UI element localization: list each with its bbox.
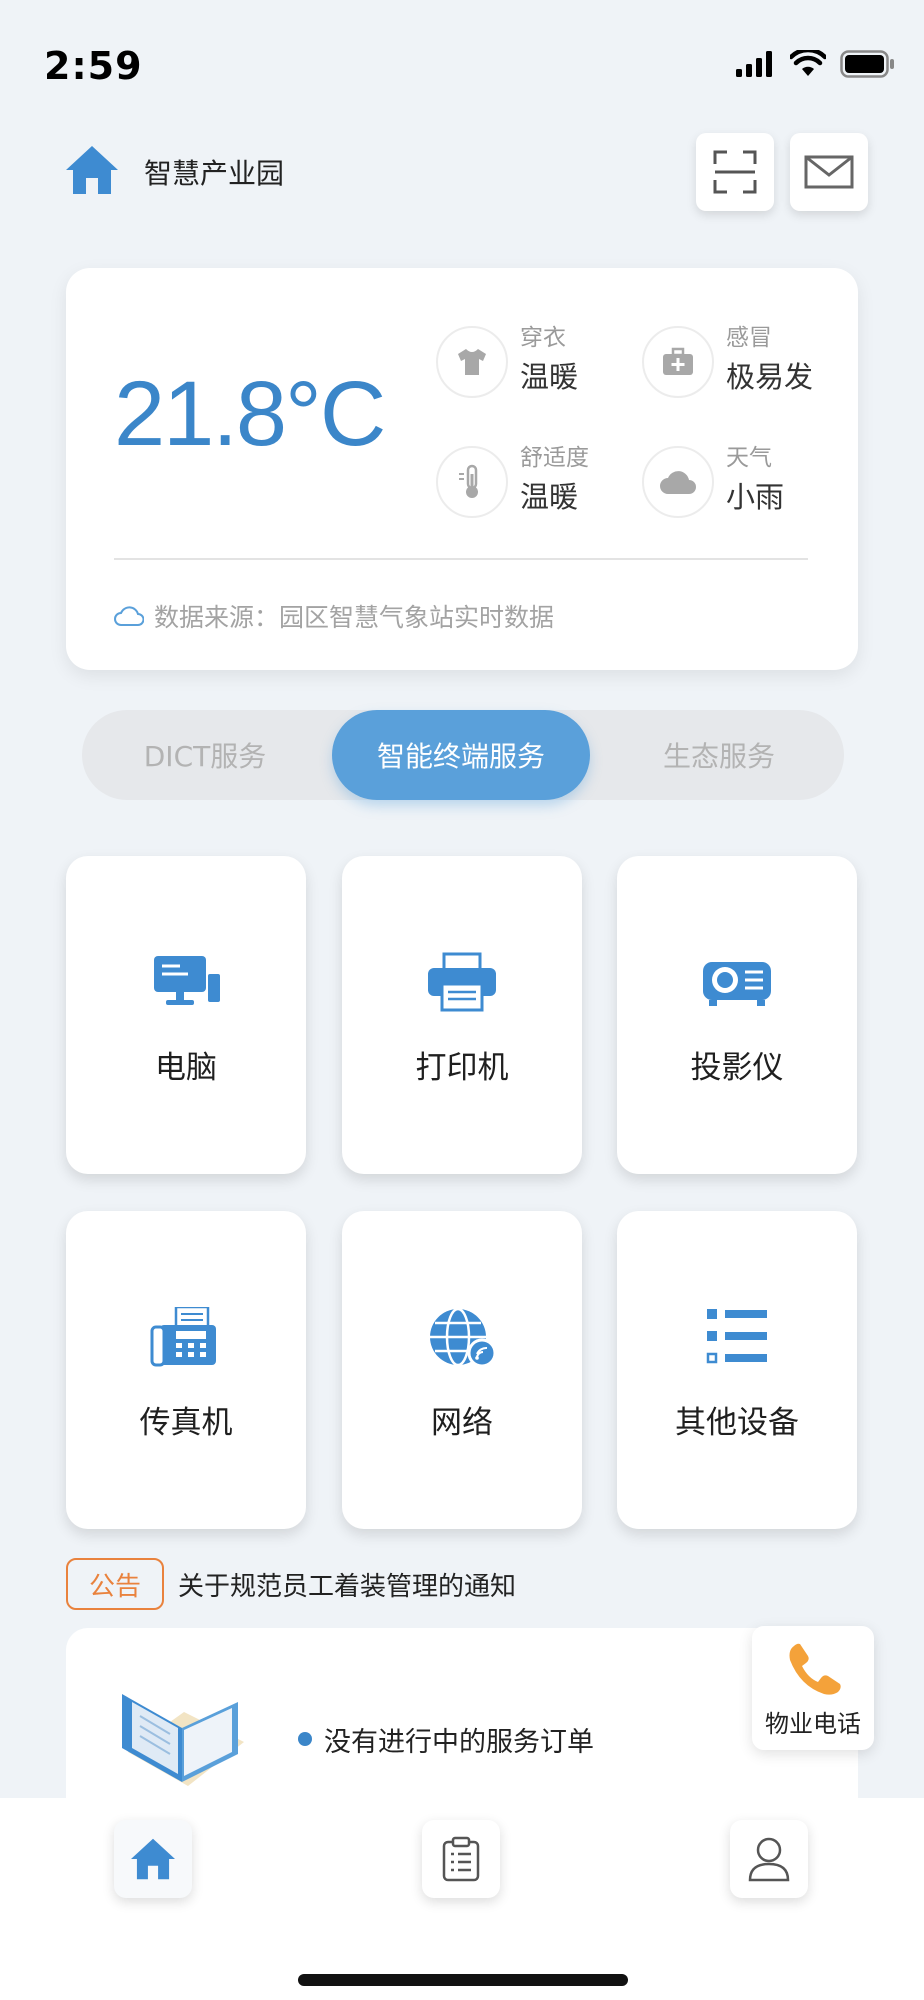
- nav-home-button[interactable]: [114, 1820, 192, 1898]
- service-projector[interactable]: 投影仪: [617, 856, 857, 1174]
- data-source-row: 数据来源：园区智慧气象站实时数据: [114, 598, 554, 634]
- network-icon: [430, 1307, 497, 1367]
- service-label: 传真机: [139, 1405, 233, 1441]
- medkit-icon: [642, 326, 714, 398]
- scan-icon: [713, 150, 757, 194]
- clipboard-icon: [442, 1836, 480, 1882]
- weather-item-label: 穿衣: [520, 325, 566, 351]
- service-label: 电脑: [155, 1050, 217, 1086]
- signal-icon: [736, 51, 772, 77]
- list-icon: [706, 1309, 767, 1364]
- status-time: 2:59: [44, 44, 143, 88]
- weather-item-value: 极易发: [726, 360, 814, 394]
- projector-icon: [703, 962, 771, 1006]
- weather-item-cold: 感冒 极易发: [642, 318, 852, 408]
- phone-icon: [789, 1643, 841, 1695]
- status-dot: [298, 1732, 312, 1746]
- service-printer[interactable]: 打印机: [342, 856, 582, 1174]
- shirt-icon: [436, 326, 508, 398]
- weather-item-clothing: 穿衣 温暖: [436, 318, 646, 408]
- tab-dict-service[interactable]: DICT服务: [82, 710, 328, 800]
- service-other-devices[interactable]: 其他设备: [617, 1211, 857, 1529]
- service-fax[interactable]: 传真机: [66, 1211, 306, 1529]
- weather-item-value: 小雨: [726, 480, 785, 514]
- status-bar: 2:59: [0, 0, 924, 120]
- mail-icon: [804, 155, 854, 189]
- service-network[interactable]: 网络: [342, 1211, 582, 1529]
- weather-item-value: 温暖: [520, 480, 579, 514]
- weather-item-weather: 天气 小雨: [642, 438, 852, 528]
- cloud-icon: [642, 446, 714, 518]
- divider: [114, 558, 808, 560]
- user-icon: [748, 1837, 790, 1882]
- weather-item-value: 温暖: [520, 360, 579, 394]
- home-indicator: [298, 1974, 628, 1986]
- notice-bar[interactable]: 公告 关于规范员工着装管理的通知: [66, 1558, 516, 1610]
- notice-text[interactable]: 关于规范员工着装管理的通知: [178, 1566, 516, 1603]
- printer-icon: [428, 952, 496, 1012]
- service-label: 打印机: [415, 1050, 509, 1086]
- no-order-text: 没有进行中的服务订单: [324, 1727, 594, 1758]
- tab-smart-terminal-service[interactable]: 智能终端服务: [332, 710, 590, 800]
- service-label: 投影仪: [690, 1050, 784, 1086]
- cloud-outline-icon: [114, 606, 144, 626]
- weather-item-comfort: 舒适度 温暖: [436, 438, 646, 528]
- battery-icon: [840, 50, 894, 78]
- fax-icon: [150, 1307, 216, 1367]
- weather-card: 21.8°C 穿衣 温暖 感冒 极易发 舒适度 温暖 天气 小雨 数据来源：园区…: [66, 268, 858, 670]
- wifi-icon: [790, 50, 826, 76]
- app-title: 智慧产业园: [144, 157, 285, 190]
- service-computer[interactable]: 电脑: [66, 856, 306, 1174]
- weather-item-label: 舒适度: [520, 445, 589, 471]
- status-icons: [736, 50, 896, 78]
- home-icon[interactable]: [64, 144, 120, 196]
- empty-order-illustration: [122, 1694, 244, 1786]
- phone-label: 物业电话: [765, 1710, 861, 1738]
- notice-badge: 公告: [66, 1558, 164, 1610]
- service-tabs: DICT服务 智能终端服务 生态服务: [82, 710, 844, 800]
- temperature-value: 21.8°C: [114, 363, 386, 465]
- weather-item-label: 感冒: [726, 325, 772, 351]
- data-source-text: 数据来源：园区智慧气象站实时数据: [154, 603, 555, 632]
- scan-button[interactable]: [696, 133, 774, 211]
- mail-button[interactable]: [790, 133, 868, 211]
- app-header: 智慧产业园: [0, 128, 924, 228]
- nav-profile-button[interactable]: [730, 1820, 808, 1898]
- property-phone-button[interactable]: 物业电话: [752, 1626, 874, 1750]
- nav-orders-button[interactable]: [422, 1820, 500, 1898]
- tab-ecology-service[interactable]: 生态服务: [594, 710, 844, 800]
- weather-item-label: 天气: [726, 445, 772, 471]
- service-label: 其他设备: [675, 1405, 799, 1441]
- computer-icon: [154, 956, 220, 1005]
- bottom-navigation: [0, 1798, 924, 2000]
- home-icon: [131, 1838, 175, 1880]
- thermometer-icon: [436, 446, 508, 518]
- service-label: 网络: [431, 1405, 493, 1441]
